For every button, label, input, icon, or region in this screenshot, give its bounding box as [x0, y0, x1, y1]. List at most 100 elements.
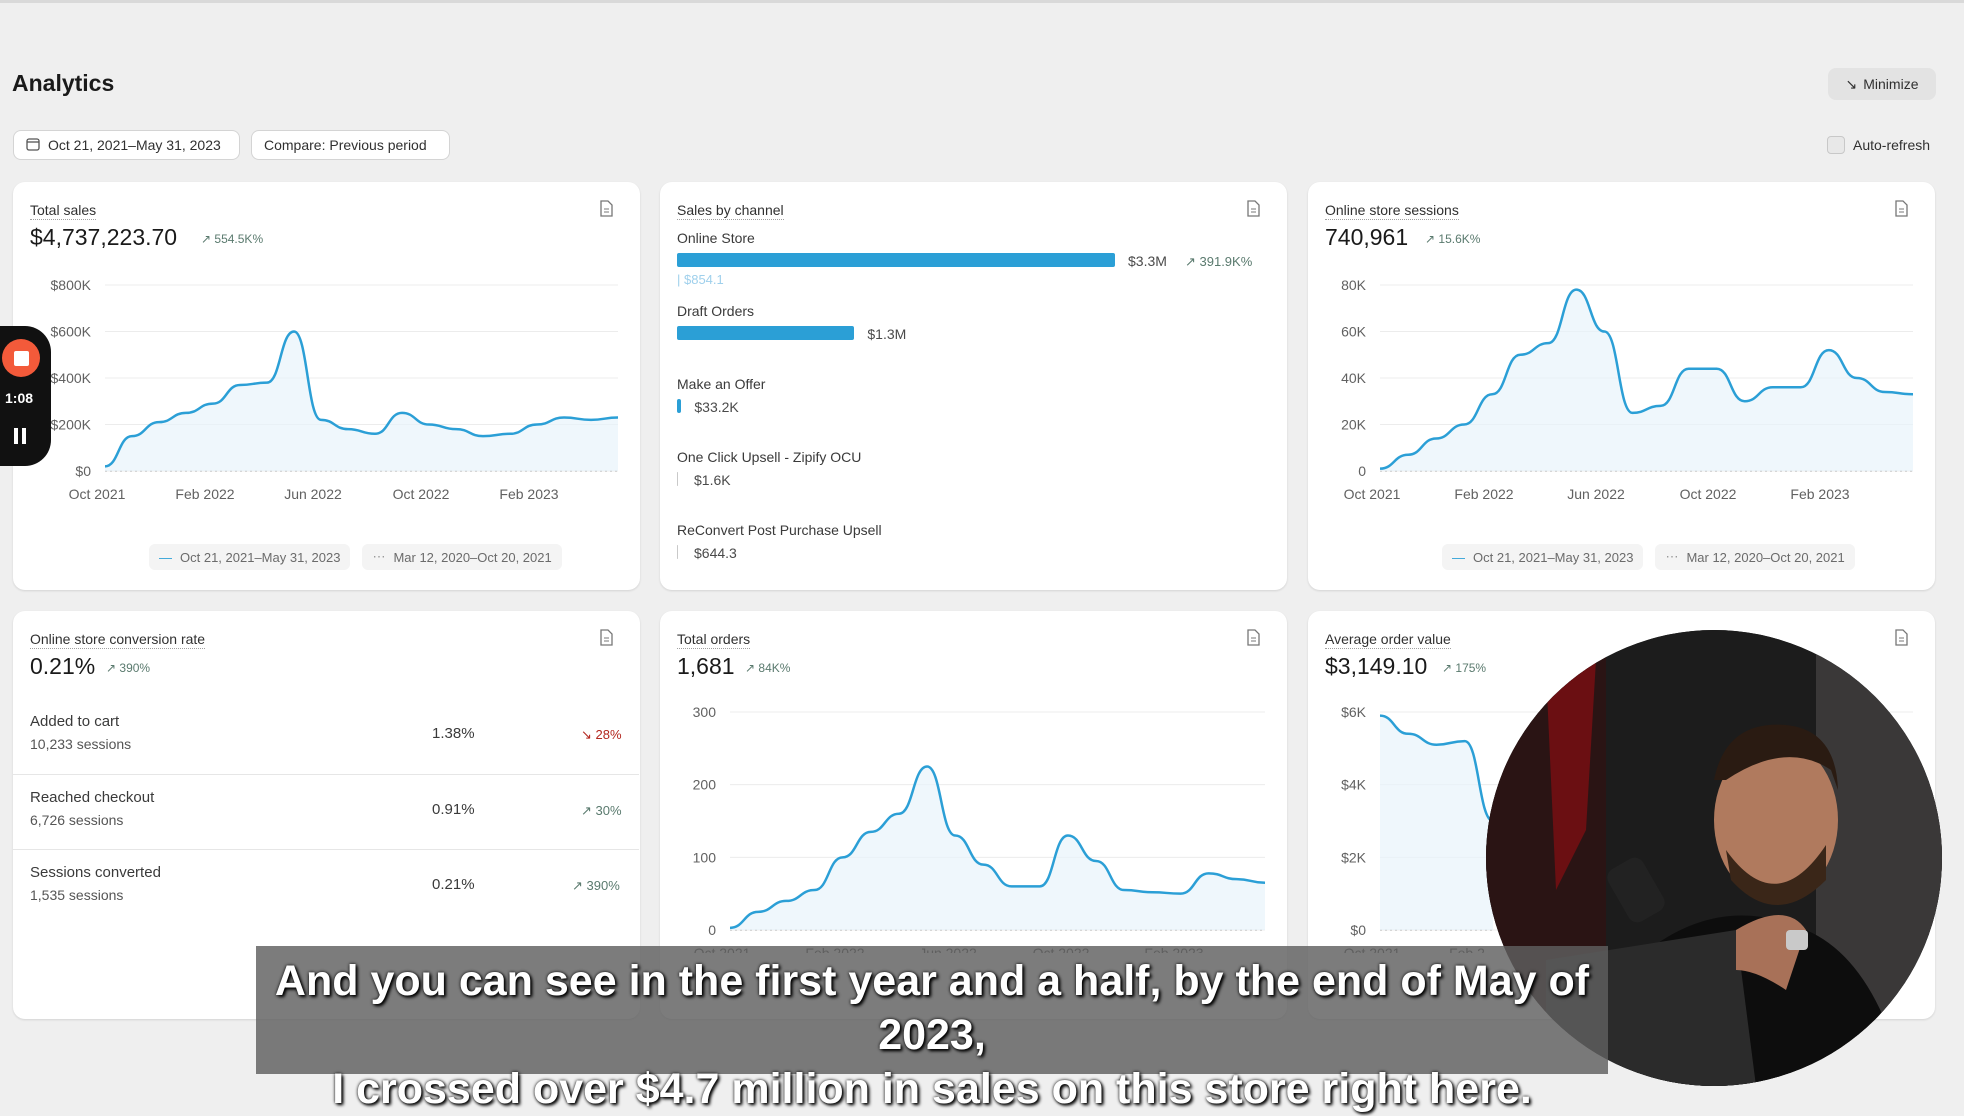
y-tick-label: $4K	[1341, 777, 1367, 793]
channel-name: ReConvert Post Purchase Upsell	[677, 522, 882, 538]
y-tick-label: 40K	[1341, 370, 1367, 386]
export-icon[interactable]	[599, 629, 613, 651]
compare-button[interactable]: Compare: Previous period	[251, 130, 450, 160]
channel-name: One Click Upsell - Zipify OCU	[677, 449, 861, 465]
channel-bar	[677, 253, 1115, 267]
export-icon[interactable]	[599, 200, 613, 222]
channel-value: $1.6K	[694, 472, 731, 488]
card-title[interactable]: Average order value	[1325, 631, 1451, 649]
caption-line-1: And you can see in the first year and a …	[256, 954, 1608, 1062]
row-percent: 1.38%	[432, 725, 475, 742]
screen-recorder-widget: 1:08	[0, 326, 51, 466]
arrow-up-icon: ↗	[1425, 232, 1435, 246]
auto-refresh-toggle[interactable]: Auto-refresh	[1827, 136, 1930, 154]
export-icon[interactable]	[1246, 629, 1260, 651]
export-icon[interactable]	[1246, 200, 1260, 222]
series-area	[1380, 290, 1913, 471]
card-value: $4,737,223.70	[30, 224, 177, 251]
card-value: $3,149.10	[1325, 653, 1427, 680]
card-delta: ↗ 554.5K%	[201, 232, 263, 246]
conversion-row-sessions-converted: Sessions converted 1,535 sessions 0.21% …	[13, 849, 639, 924]
y-tick-label: $0	[75, 463, 91, 479]
card-value: 0.21%	[30, 653, 95, 680]
y-tick-label: $800K	[51, 277, 92, 293]
chart-legend: —Oct 21, 2021–May 31, 2023 ⋯Mar 12, 2020…	[1442, 544, 1855, 570]
total-sales-chart: $800K$600K$400K$200K$0Oct 2021Feb 2022Ju…	[13, 264, 640, 534]
auto-refresh-checkbox[interactable]	[1827, 136, 1845, 154]
series-area	[1380, 716, 1493, 930]
date-range-label: Oct 21, 2021–May 31, 2023	[48, 137, 221, 153]
sales-by-channel-card[interactable]: Sales by channel Online Store $3.3M ↗ 391.…	[660, 182, 1287, 590]
y-tick-label: $400K	[51, 370, 92, 386]
y-tick-label: 0	[1358, 463, 1366, 479]
channel-name: Draft Orders	[677, 303, 754, 319]
arrow-up-icon: ↗	[1442, 661, 1452, 675]
minimize-label: Minimize	[1863, 76, 1918, 92]
pause-button[interactable]	[14, 428, 26, 444]
x-tick-label: Feb 2022	[175, 486, 234, 502]
x-tick-label: Jun 2022	[284, 486, 342, 502]
minimize-button[interactable]: ↘ Minimize	[1828, 68, 1936, 100]
stop-recording-button[interactable]	[2, 339, 40, 377]
x-tick-label: Oct 2022	[393, 486, 450, 502]
conversion-row-added-to-cart: Added to cart 10,233 sessions 1.38% ↘ 28…	[13, 699, 639, 774]
export-icon[interactable]	[1894, 629, 1908, 651]
total-sales-card[interactable]: Total sales $4,737,223.70 ↗ 554.5K% $800…	[13, 182, 640, 590]
y-tick-label: 80K	[1341, 277, 1367, 293]
row-delta: ↘ 28%	[581, 727, 622, 743]
card-value: 740,961	[1325, 224, 1408, 251]
card-delta: ↗ 390%	[106, 661, 150, 675]
x-tick-label: Feb 2023	[1790, 486, 1849, 502]
delta-value: 84K%	[758, 661, 790, 675]
row-label: Reached checkout	[30, 789, 154, 806]
legend-previous[interactable]: ⋯Mar 12, 2020–Oct 20, 2021	[362, 544, 561, 570]
delta-value: 554.5K%	[214, 232, 263, 246]
delta-value: 175%	[1455, 661, 1486, 675]
card-title[interactable]: Sales by channel	[677, 202, 784, 220]
card-delta: ↗ 84K%	[745, 661, 790, 675]
arrow-up-icon: ↗	[581, 803, 592, 818]
arrow-up-icon: ↗	[201, 232, 211, 246]
compare-label: Compare: Previous period	[264, 137, 427, 153]
delta-value: 15.6K%	[1438, 232, 1480, 246]
caption-line-2: I crossed over $4.7 million in sales on …	[256, 1062, 1608, 1116]
y-tick-label: 200	[693, 777, 717, 793]
x-tick-label: Jun 2022	[1567, 486, 1625, 502]
row-sessions: 6,726 sessions	[30, 812, 123, 828]
y-tick-label: $2K	[1341, 849, 1367, 865]
channel-delta: ↗ 391.9K%	[1185, 254, 1252, 270]
legend-current[interactable]: —Oct 21, 2021–May 31, 2023	[1442, 544, 1643, 570]
channel-bar	[677, 545, 678, 559]
x-tick-label: Oct 2022	[1680, 486, 1737, 502]
card-title[interactable]: Online store sessions	[1325, 202, 1459, 220]
recording-time: 1:08	[5, 390, 33, 406]
online-sessions-card[interactable]: Online store sessions 740,961 ↗ 15.6K% 8…	[1308, 182, 1935, 590]
y-tick-label: 0	[708, 922, 716, 938]
row-sessions: 10,233 sessions	[30, 736, 131, 752]
video-caption: And you can see in the first year and a …	[256, 946, 1608, 1074]
channel-name: Online Store	[677, 230, 755, 246]
y-tick-label: $600K	[51, 324, 92, 340]
arrow-up-icon: ↗	[106, 661, 116, 675]
export-icon[interactable]	[1894, 200, 1908, 222]
y-tick-label: $6K	[1341, 704, 1367, 720]
minimize-icon: ↘	[1846, 76, 1858, 93]
card-title[interactable]: Online store conversion rate	[30, 631, 205, 649]
y-tick-label: 20K	[1341, 417, 1367, 433]
row-label: Sessions converted	[30, 864, 161, 881]
chart-legend: —Oct 21, 2021–May 31, 2023 ⋯Mar 12, 2020…	[149, 544, 562, 570]
card-title[interactable]: Total sales	[30, 202, 96, 220]
card-delta: ↗ 15.6K%	[1425, 232, 1480, 246]
series-area	[105, 332, 618, 472]
legend-previous[interactable]: ⋯Mar 12, 2020–Oct 20, 2021	[1655, 544, 1854, 570]
stop-icon	[14, 351, 29, 366]
y-tick-label: 60K	[1341, 324, 1367, 340]
page-title: Analytics	[12, 70, 114, 97]
row-sessions: 1,535 sessions	[30, 887, 123, 903]
date-range-button[interactable]: Oct 21, 2021–May 31, 2023	[13, 130, 240, 160]
legend-current[interactable]: —Oct 21, 2021–May 31, 2023	[149, 544, 350, 570]
card-title[interactable]: Total orders	[677, 631, 750, 649]
channel-name: Make an Offer	[677, 376, 765, 392]
row-delta: ↗ 390%	[572, 878, 620, 894]
channel-value: $3.3M	[1128, 253, 1167, 269]
